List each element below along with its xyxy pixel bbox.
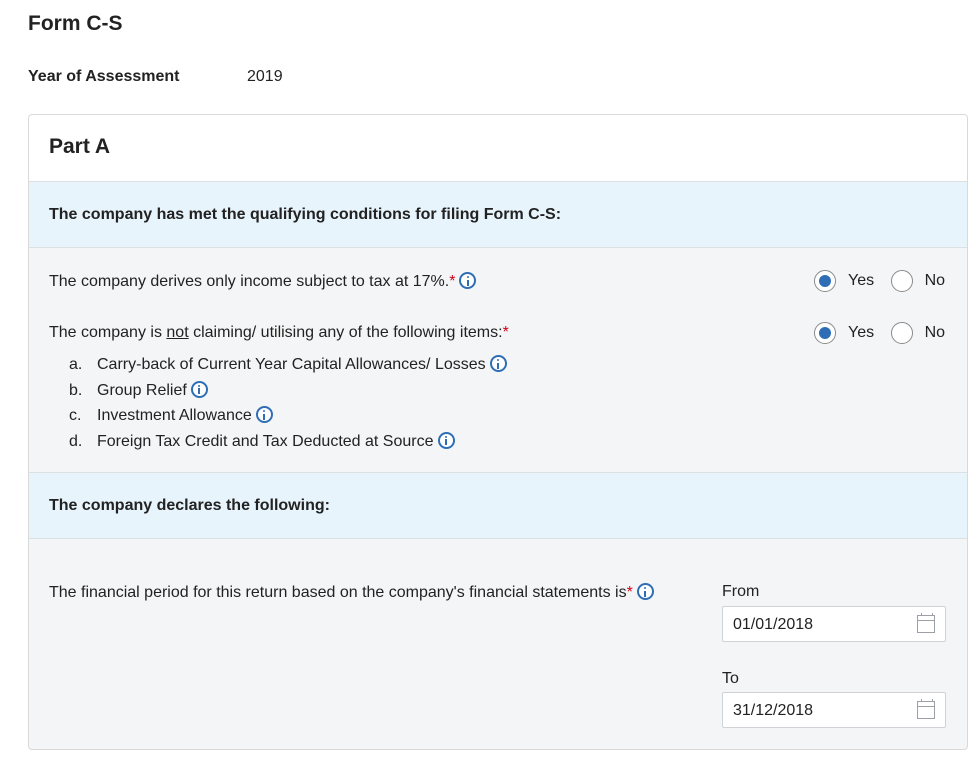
radio-yes-not-claiming[interactable] bbox=[814, 322, 836, 344]
year-of-assessment-label: Year of Assessment bbox=[28, 68, 180, 85]
info-icon[interactable] bbox=[489, 355, 507, 372]
declaration-title: The company declares the following: bbox=[49, 497, 330, 514]
list-item: b. Group Relief bbox=[69, 380, 507, 407]
list-item: d. Foreign Tax Credit and Tax Deducted at… bbox=[69, 431, 507, 458]
radio-no-label: No bbox=[924, 324, 946, 341]
radio-option-yes[interactable]: Yes bbox=[814, 322, 874, 344]
to-label: To bbox=[722, 670, 739, 687]
required-marker: * bbox=[626, 584, 633, 601]
radio-no-not-claiming[interactable] bbox=[890, 322, 913, 344]
part-a-title: Part A bbox=[49, 135, 111, 158]
financial-period-text: The financial period for this return bas… bbox=[49, 584, 627, 601]
question-not-claiming: The company is not claiming/ utilising a… bbox=[49, 324, 509, 342]
to-date-input[interactable]: 31/12/2018 bbox=[722, 692, 946, 728]
from-date-input[interactable]: 01/01/2018 bbox=[722, 606, 946, 642]
question-not-claiming-text-after: claiming/ utilising any of the following… bbox=[188, 324, 503, 341]
info-icon[interactable] bbox=[459, 272, 477, 289]
radio-group-income-17: Yes No bbox=[814, 270, 945, 292]
excluded-items-list: a. Carry-back of Current Year Capital All… bbox=[69, 355, 507, 457]
calendar-icon[interactable] bbox=[917, 699, 935, 719]
list-item: c. Investment Allowance bbox=[69, 406, 507, 432]
required-marker: * bbox=[449, 273, 456, 290]
declaration-header: The company declares the following: bbox=[29, 472, 967, 539]
question-not-claiming-text-before: The company is bbox=[49, 324, 167, 341]
radio-option-no[interactable]: No bbox=[890, 270, 946, 292]
from-date-value: 01/01/2018 bbox=[733, 616, 814, 633]
radio-yes-label: Yes bbox=[848, 272, 875, 289]
info-icon[interactable] bbox=[636, 583, 654, 600]
radio-no-label: No bbox=[924, 272, 946, 289]
part-a-header: Part A bbox=[29, 115, 967, 182]
radio-yes-income-17[interactable] bbox=[814, 270, 836, 292]
required-marker: * bbox=[502, 324, 509, 341]
question-financial-period: The financial period for this return bas… bbox=[49, 583, 654, 602]
from-label: From bbox=[722, 583, 760, 600]
list-item: a. Carry-back of Current Year Capital All… bbox=[69, 355, 507, 381]
year-of-assessment-row: Year of Assessment 2019 bbox=[28, 68, 283, 86]
radio-no-income-17[interactable] bbox=[890, 270, 913, 292]
calendar-icon[interactable] bbox=[917, 613, 935, 633]
page-title: Form C-S bbox=[28, 12, 123, 35]
question-not-claiming-underlined: not bbox=[166, 324, 189, 341]
question-income-17-text: The company derives only income subject … bbox=[49, 273, 450, 290]
to-date-value: 31/12/2018 bbox=[733, 702, 814, 719]
qualifying-conditions-title: The company has met the qualifying condi… bbox=[49, 206, 562, 223]
part-a-card: Part A The company has met the qualifyin… bbox=[28, 114, 968, 750]
year-of-assessment-value: 2019 bbox=[247, 68, 283, 85]
info-icon[interactable] bbox=[190, 380, 208, 398]
radio-option-no[interactable]: No bbox=[890, 322, 946, 344]
info-icon[interactable] bbox=[437, 431, 455, 449]
radio-group-not-claiming: Yes No bbox=[814, 322, 945, 344]
question-income-17: The company derives only income subject … bbox=[49, 272, 477, 291]
radio-yes-label: Yes bbox=[848, 324, 875, 341]
qualifying-conditions-header: The company has met the qualifying condi… bbox=[29, 182, 967, 248]
radio-option-yes[interactable]: Yes bbox=[814, 270, 874, 292]
info-icon[interactable] bbox=[255, 406, 273, 423]
